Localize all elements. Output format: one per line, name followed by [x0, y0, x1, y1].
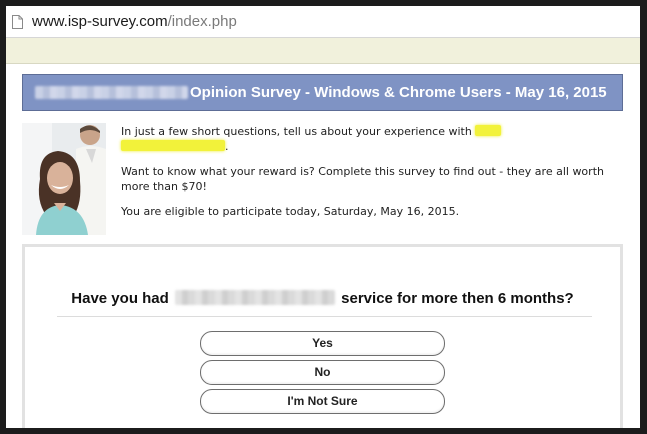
answer-no-button[interactable]: No — [200, 360, 445, 385]
intro-line: In just a few short questions, tell us a… — [121, 125, 472, 138]
url-text[interactable]: www.isp-survey.com/index.php — [32, 13, 237, 30]
answer-not-sure-button[interactable]: I'm Not Sure — [200, 389, 445, 414]
intro-text: In just a few short questions, tell us a… — [121, 124, 611, 229]
redacted-isp-name-question — [174, 290, 335, 305]
url-path: /index.php — [167, 13, 237, 30]
document-icon — [12, 15, 23, 29]
eligibility-paragraph: You are eligible to participate today, S… — [121, 205, 460, 218]
redacted-brand-name — [35, 86, 188, 99]
notification-bar — [6, 38, 640, 64]
reward-paragraph: Want to know what your reward is? Comple… — [121, 165, 604, 193]
browser-window: www.isp-survey.com/index.php Opinion Sur… — [6, 6, 640, 428]
question-start: Have you had — [71, 290, 169, 307]
redacted-isp-name-continued — [121, 140, 225, 151]
divider — [57, 316, 592, 317]
question-end: service for more then 6 months? — [341, 290, 574, 307]
survey-box: Have you had service for more then 6 mon… — [22, 244, 623, 428]
survey-question: Have you had service for more then 6 mon… — [25, 290, 620, 307]
redacted-isp-name — [475, 125, 502, 136]
header-title: Opinion Survey - Windows & Chrome Users … — [190, 84, 607, 101]
page-content: Opinion Survey - Windows & Chrome Users … — [6, 64, 640, 428]
survey-header: Opinion Survey - Windows & Chrome Users … — [22, 74, 623, 111]
intro-paragraph: In just a few short questions, tell us a… — [121, 124, 611, 154]
address-bar[interactable]: www.isp-survey.com/index.php — [6, 6, 640, 38]
url-domain: www.isp-survey.com — [32, 13, 168, 30]
intro-line-end: . — [225, 140, 229, 153]
support-agents-photo — [22, 123, 106, 235]
people-image — [22, 123, 106, 235]
answer-yes-button[interactable]: Yes — [200, 331, 445, 356]
